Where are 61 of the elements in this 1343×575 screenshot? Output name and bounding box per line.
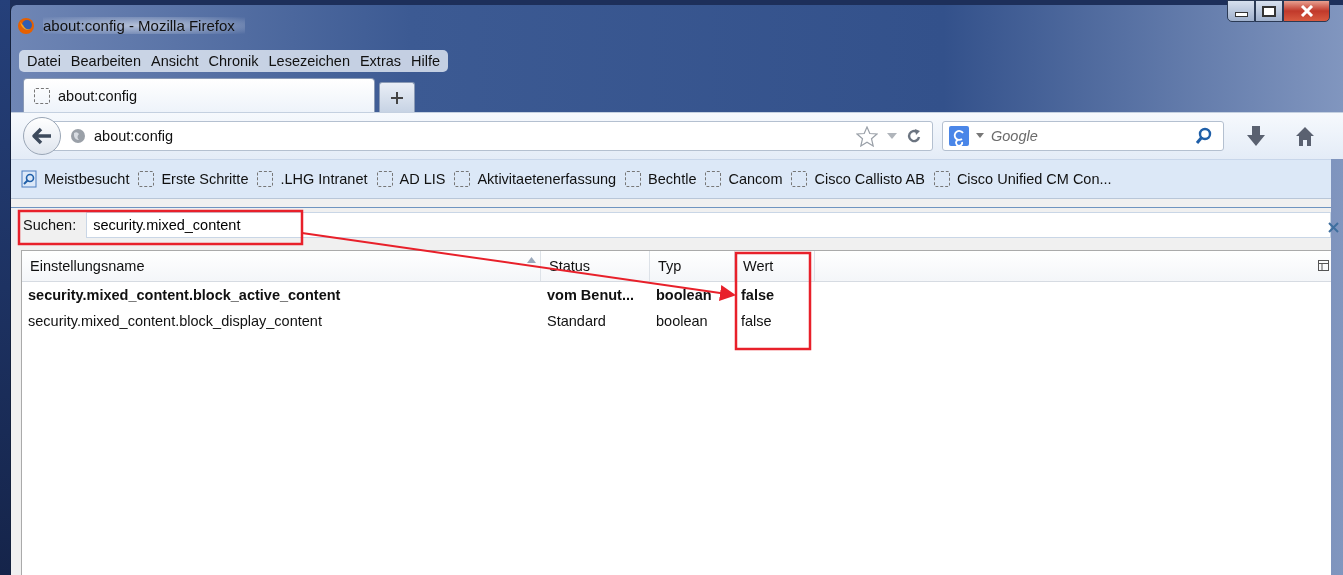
home-icon[interactable]: [1296, 126, 1314, 146]
column-header[interactable]: Typ: [650, 251, 735, 281]
back-button[interactable]: [23, 117, 61, 155]
bookmark-item[interactable]: Meistbesucht: [21, 170, 130, 188]
new-tab-button[interactable]: [379, 82, 415, 112]
table-cell-text: false: [740, 313, 773, 329]
blank-page-icon: [791, 171, 808, 187]
blank-page-icon: [376, 171, 393, 187]
bookmark-item[interactable]: Bechtle: [625, 171, 697, 187]
dropdown-icon[interactable]: [976, 133, 984, 139]
menu-item[interactable]: Ansicht: [147, 53, 203, 69]
filter-field[interactable]: security.mixed_content: [86, 212, 1331, 238]
bookmark-item[interactable]: Cisco Callisto AB: [791, 171, 925, 187]
column-header[interactable]: Wert: [735, 251, 815, 281]
globe-icon: [70, 128, 86, 144]
blank-page-icon: [933, 171, 950, 187]
search-icon[interactable]: [1195, 127, 1213, 145]
table-cell-text: security.mixed_content.block_display_content: [27, 313, 323, 329]
menu-item[interactable]: Datei: [23, 53, 65, 69]
blank-page-icon: [257, 171, 274, 187]
column-header[interactable]: Einstellungsname: [22, 251, 541, 281]
window-title: about:config - Mozilla Firefox: [43, 17, 245, 34]
search-bar[interactable]: Google: [942, 121, 1224, 151]
address-field[interactable]: about:config: [53, 121, 933, 151]
search-engine-icon[interactable]: [949, 126, 971, 146]
bookmark-item[interactable]: Cancom: [705, 171, 783, 187]
table-cell-text: Standard: [546, 313, 607, 329]
download-icon[interactable]: [1246, 125, 1266, 147]
star-icon[interactable]: [856, 125, 878, 147]
plus-icon: [390, 90, 404, 105]
blank-page-icon: [625, 171, 642, 187]
column-picker-icon[interactable]: [1318, 260, 1329, 271]
reload-icon[interactable]: [906, 128, 922, 144]
bookmark-item[interactable]: Aktivitaetenerfassung: [454, 171, 617, 187]
menu-item[interactable]: Chronik: [204, 53, 263, 69]
table-cell-text: boolean: [655, 313, 709, 329]
menu-item[interactable]: Bearbeiten: [66, 53, 145, 69]
firefox-logo-icon: [17, 17, 35, 35]
close-icon: [1299, 5, 1314, 17]
bookmark-item[interactable]: Erste Schritte: [138, 171, 249, 187]
page-search-icon: [21, 170, 37, 188]
search-label: Suchen:: [23, 217, 77, 233]
table-cell-text: false: [740, 287, 776, 303]
back-arrow-icon: [31, 127, 53, 145]
clear-icon[interactable]: [1328, 222, 1339, 233]
table-cell-text: vom Benut...: [546, 287, 635, 303]
table-cell-text: boolean: [655, 287, 713, 303]
menu-item[interactable]: Extras: [355, 53, 406, 69]
menu-item[interactable]: Lesezeichen: [264, 53, 354, 69]
browser-tab[interactable]: about:config: [23, 78, 375, 112]
menu-item[interactable]: Hilfe: [407, 53, 445, 69]
table-cell-text: security.mixed_content.block_active_content: [27, 287, 342, 303]
minimize-button[interactable]: [1227, 0, 1255, 22]
blank-page-icon: [705, 171, 722, 187]
bookmark-item[interactable]: Cisco Unified CM Con...: [933, 171, 1112, 187]
bookmark-item[interactable]: .LHG Intranet: [257, 171, 368, 187]
close-button[interactable]: [1283, 0, 1330, 22]
maximize-button[interactable]: [1255, 0, 1283, 22]
blank-page-icon: [454, 171, 471, 187]
blank-page-icon: [138, 171, 155, 187]
bookmark-item[interactable]: AD LIS: [376, 171, 446, 187]
